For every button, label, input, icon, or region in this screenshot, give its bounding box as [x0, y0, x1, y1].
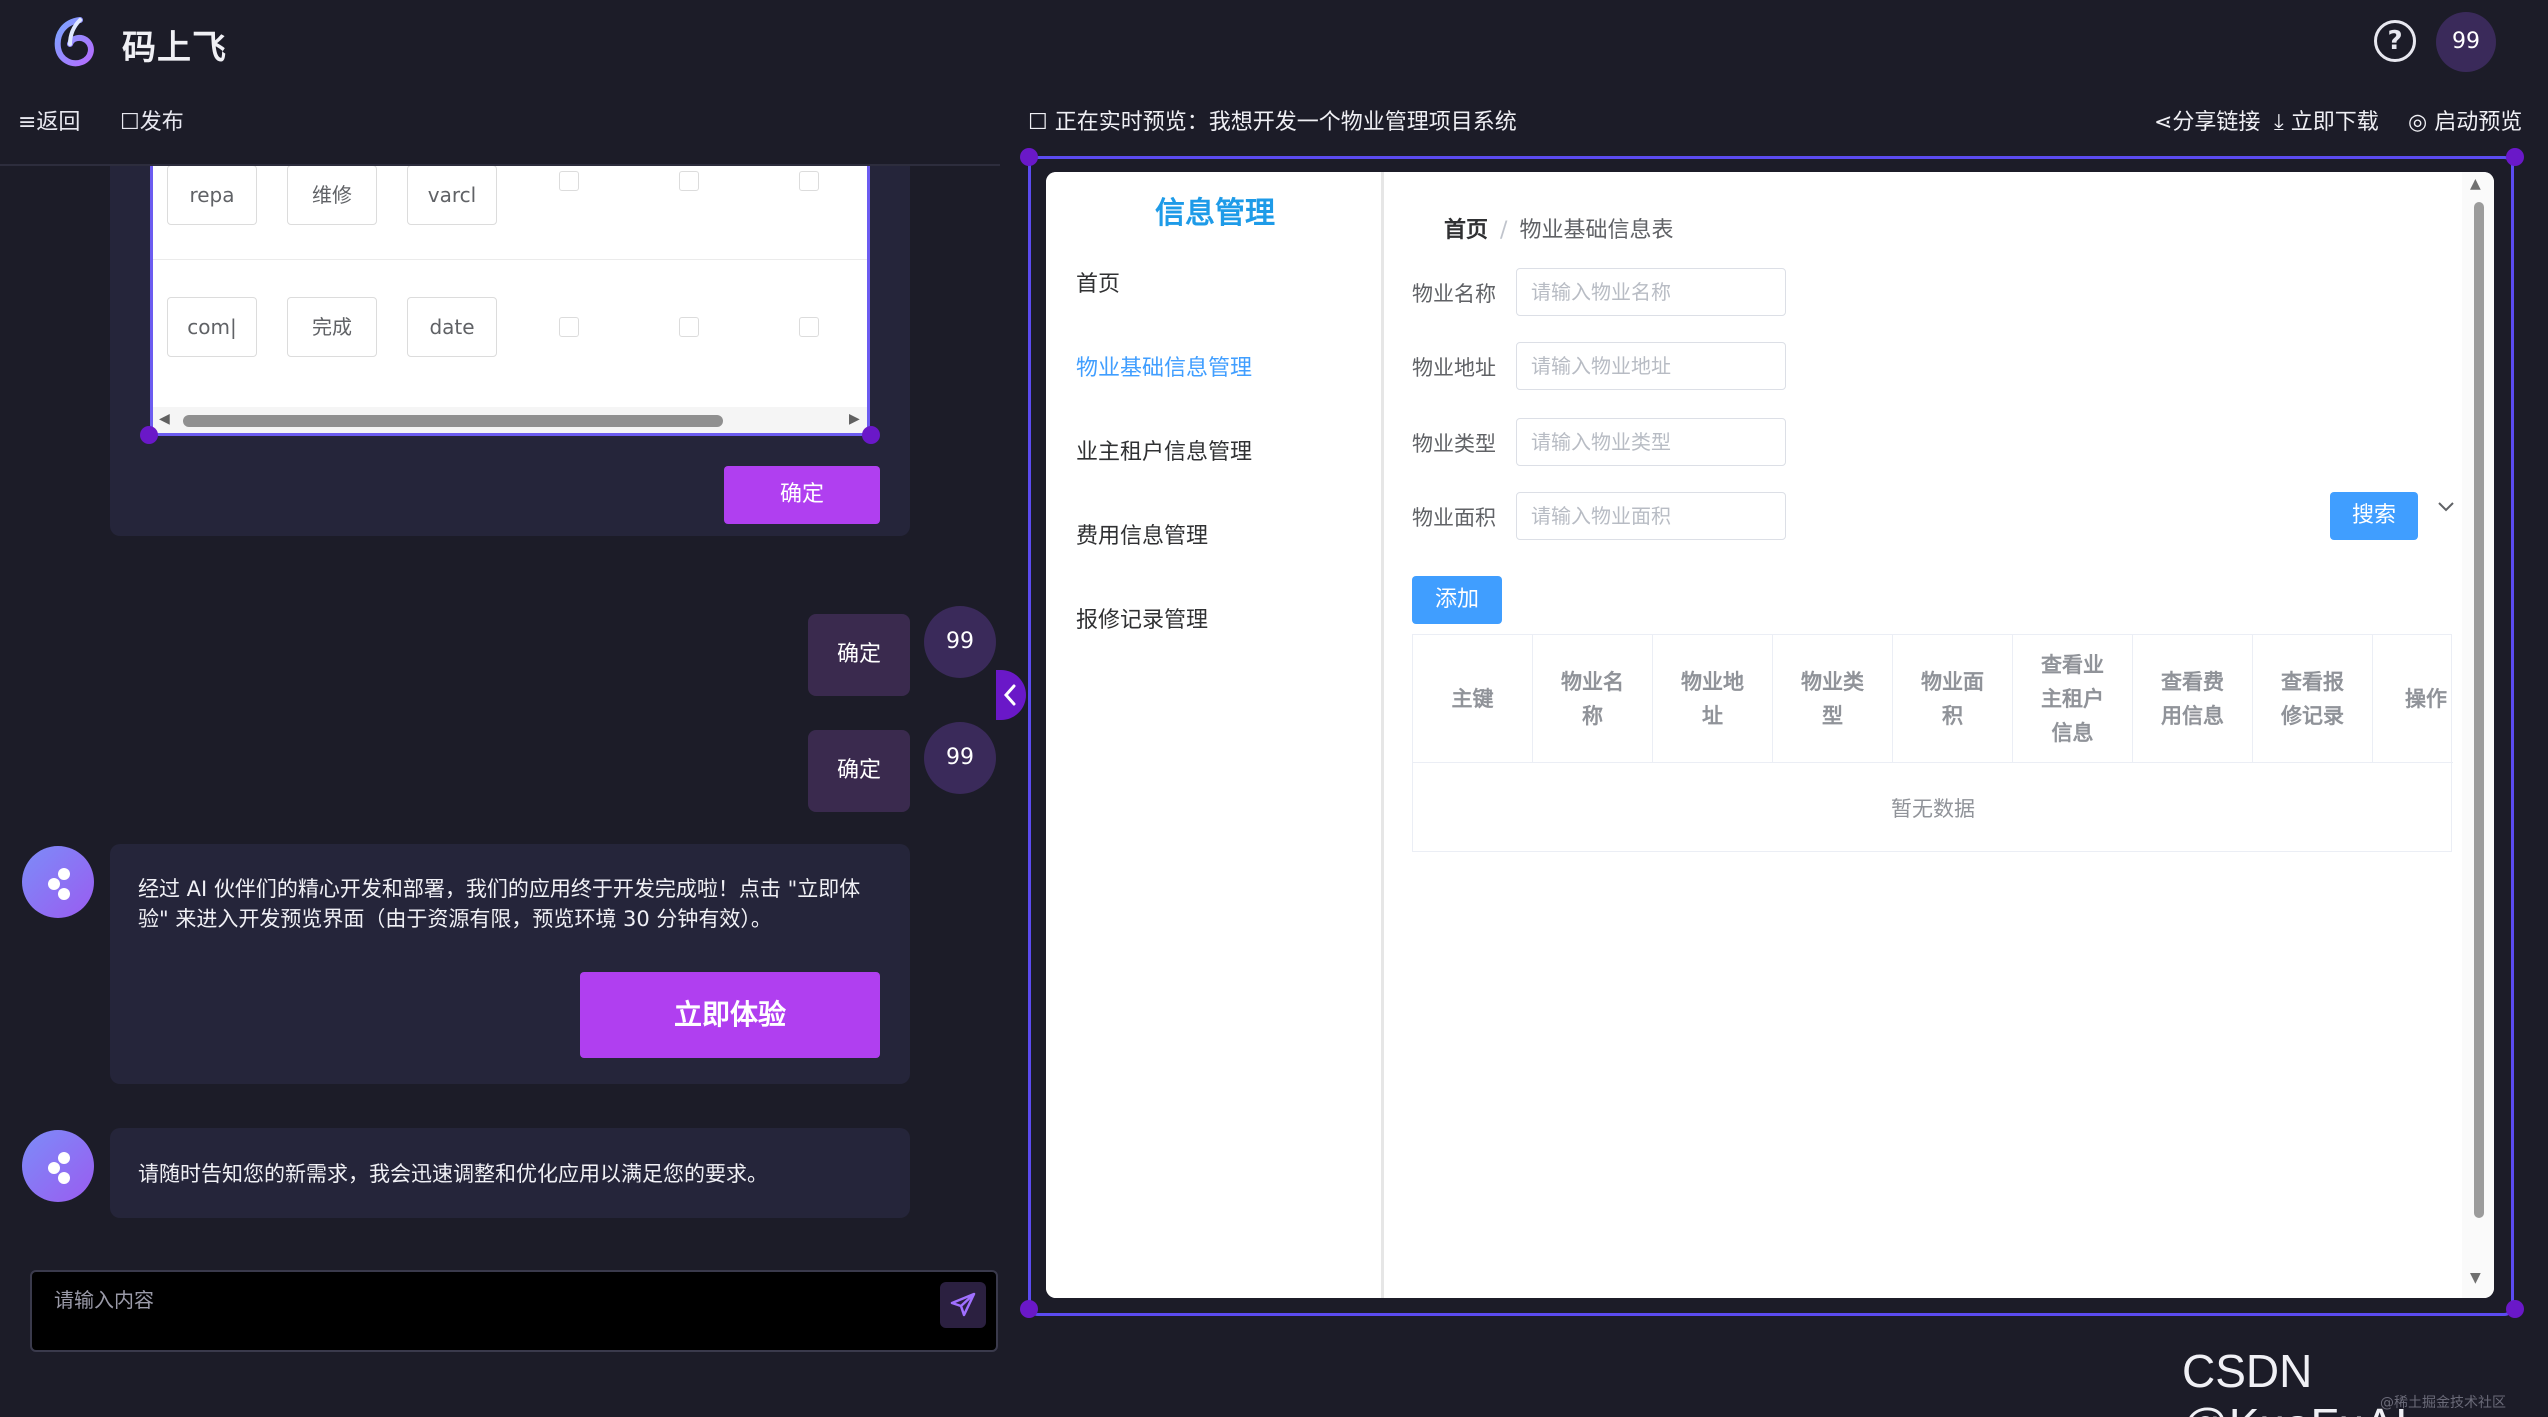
bot-message: 经过 AI 伙伴们的精心开发和部署，我们的应用终于开发完成啦！点击 "立即体验"… [110, 844, 910, 1084]
share-link-button[interactable]: ⋖分享链接 [2154, 104, 2260, 136]
start-preview-button[interactable]: ◎ 启动预览 [2408, 104, 2522, 136]
scrollbar-thumb[interactable] [183, 415, 723, 427]
user-avatar[interactable]: 99 [2436, 12, 2496, 72]
field-checkbox[interactable] [799, 171, 819, 191]
bot-avatar-icon [22, 846, 94, 918]
bot-message-text: 请随时告知您的新需求，我会迅速调整和优化应用以满足您的要求。 [138, 1162, 768, 1186]
frame-corner [862, 426, 880, 444]
field-name-input[interactable]: repa [167, 166, 257, 225]
column-header: 操作 [2405, 687, 2447, 711]
field-checkbox[interactable] [559, 317, 579, 337]
field-name-input[interactable]: com| [167, 297, 257, 357]
field-checkbox[interactable] [679, 171, 699, 191]
table-header: 主键 物业名称 物业地址 物业类型 物业面积 查看业主租户信息 查看费用信息 查… [1413, 635, 2453, 763]
chat-input[interactable]: 请输入内容 [30, 1270, 998, 1352]
scrollbar-thumb[interactable] [2474, 202, 2484, 1218]
side-menu: 信息管理 首页 物业基础信息管理 业主租户信息管理 费用信息管理 报修记录管理 [1046, 172, 1384, 1298]
field-table: repa 维修 varcl com| 完成 date ◀ ▶ [150, 166, 870, 436]
field-type-input[interactable]: date [407, 297, 497, 357]
scroll-up-arrow-icon[interactable]: ▲ [2470, 176, 2481, 192]
back-button[interactable]: ≡返回 [18, 104, 80, 136]
menu-item-fee-info[interactable]: 费用信息管理 [1076, 518, 1208, 550]
help-icon[interactable]: ? [2374, 20, 2416, 62]
publish-button[interactable]: ☐发布 [120, 104, 184, 136]
menu-item-owner-tenant[interactable]: 业主租户信息管理 [1076, 434, 1252, 466]
empty-state: 暂无数据 [1891, 797, 1975, 821]
frame-corner [1020, 1300, 1038, 1318]
app-name: 码上飞 [122, 28, 227, 68]
field-table-card: repa 维修 varcl com| 完成 date ◀ ▶ 确定 [110, 166, 910, 536]
column-header: 物业面积 [1893, 635, 2013, 763]
watermark-sub: @稀土掘金技术社区 [2380, 1395, 2506, 1411]
filter-label: 物业类型 [1412, 432, 1496, 456]
field-type-input[interactable]: varcl [407, 166, 497, 225]
menu-title: 信息管理 [1155, 196, 1275, 231]
add-button[interactable]: 添加 [1412, 576, 1502, 624]
try-now-button[interactable]: 立即体验 [580, 972, 880, 1058]
scroll-right-arrow-icon[interactable]: ▶ [849, 411, 860, 427]
menu-item-repair-records[interactable]: 报修记录管理 [1076, 602, 1208, 634]
download-button[interactable]: ⤓ 立即下载 [2274, 104, 2379, 136]
column-header: 查看业主租户信息 [2013, 635, 2133, 763]
user-avatar: 99 [924, 606, 996, 678]
app-logo-icon [50, 16, 102, 68]
bot-message-text: 经过 AI 伙伴们的精心开发和部署，我们的应用终于开发完成啦！点击 "立即体验"… [138, 877, 861, 931]
frame-corner [2506, 1300, 2524, 1318]
user-message: 确定 [808, 614, 910, 696]
field-checkbox[interactable] [799, 317, 819, 337]
property-type-input[interactable]: 请输入物业类型 [1516, 418, 1786, 466]
scroll-down-arrow-icon[interactable]: ▼ [2470, 1270, 2481, 1286]
breadcrumb: 首页 / 物业基础信息表 [1444, 212, 1673, 244]
user-avatar: 99 [924, 722, 996, 794]
breadcrumb-home[interactable]: 首页 [1444, 218, 1488, 243]
search-button[interactable]: 搜索 [2330, 492, 2418, 540]
row-divider [153, 259, 867, 260]
column-header: 物业名称 [1533, 635, 1653, 763]
column-header: 查看费用信息 [2133, 635, 2253, 763]
field-checkbox[interactable] [679, 317, 699, 337]
property-address-input[interactable]: 请输入物业地址 [1516, 342, 1786, 390]
frame-corner [2506, 148, 2524, 166]
column-header: 查看报修记录 [2253, 635, 2373, 763]
column-header: 物业地址 [1653, 635, 1773, 763]
frame-corner [140, 426, 158, 444]
property-name-input[interactable]: 请输入物业名称 [1516, 268, 1786, 316]
column-header: 物业类型 [1773, 635, 1893, 763]
breadcrumb-current: 物业基础信息表 [1519, 218, 1674, 243]
filter-label: 物业名称 [1412, 282, 1496, 306]
menu-item-home[interactable]: 首页 [1076, 266, 1120, 298]
main-content: 首页 / 物业基础信息表 物业名称 请输入物业名称 物业地址 请输入物业地址 物业类… [1384, 172, 2494, 1298]
column-header: 主键 [1413, 635, 1533, 763]
top-bar: 码上飞 ? 99 [0, 0, 2548, 84]
preview-app: 信息管理 首页 物业基础信息管理 业主租户信息管理 费用信息管理 报修记录管理 … [1046, 172, 2494, 1298]
bot-avatar-icon [22, 1130, 94, 1202]
user-message: 确定 [808, 730, 910, 812]
data-table: 主键 物业名称 物业地址 物业类型 物业面积 查看业主租户信息 查看费用信息 查… [1412, 634, 2453, 852]
confirm-button[interactable]: 确定 [724, 466, 880, 524]
chat-panel: repa 维修 varcl com| 完成 date ◀ ▶ 确定 确定 99 … [0, 166, 1000, 1376]
property-area-input[interactable]: 请输入物业面积 [1516, 492, 1786, 540]
chevron-down-icon[interactable] [2434, 494, 2458, 524]
menu-item-property-info[interactable]: 物业基础信息管理 [1076, 350, 1252, 382]
field-checkbox[interactable] [559, 171, 579, 191]
breadcrumb-separator: / [1500, 218, 1508, 243]
collapse-panel-button[interactable] [996, 670, 1026, 720]
bot-message: 请随时告知您的新需求，我会迅速调整和优化应用以满足您的要求。 [110, 1128, 910, 1218]
chevron-left-icon [1003, 684, 1016, 706]
chat-input-placeholder: 请输入内容 [54, 1288, 154, 1312]
scroll-left-arrow-icon[interactable]: ◀ [159, 411, 170, 427]
frame-corner [1020, 148, 1038, 166]
preview-title: ☐ 正在实时预览：我想开发一个物业管理项目系统 [1028, 110, 1517, 135]
field-label-input[interactable]: 完成 [287, 297, 377, 357]
filter-label: 物业地址 [1412, 356, 1496, 380]
filter-label: 物业面积 [1412, 506, 1496, 530]
field-label-input[interactable]: 维修 [287, 166, 377, 225]
send-icon[interactable] [940, 1282, 986, 1328]
